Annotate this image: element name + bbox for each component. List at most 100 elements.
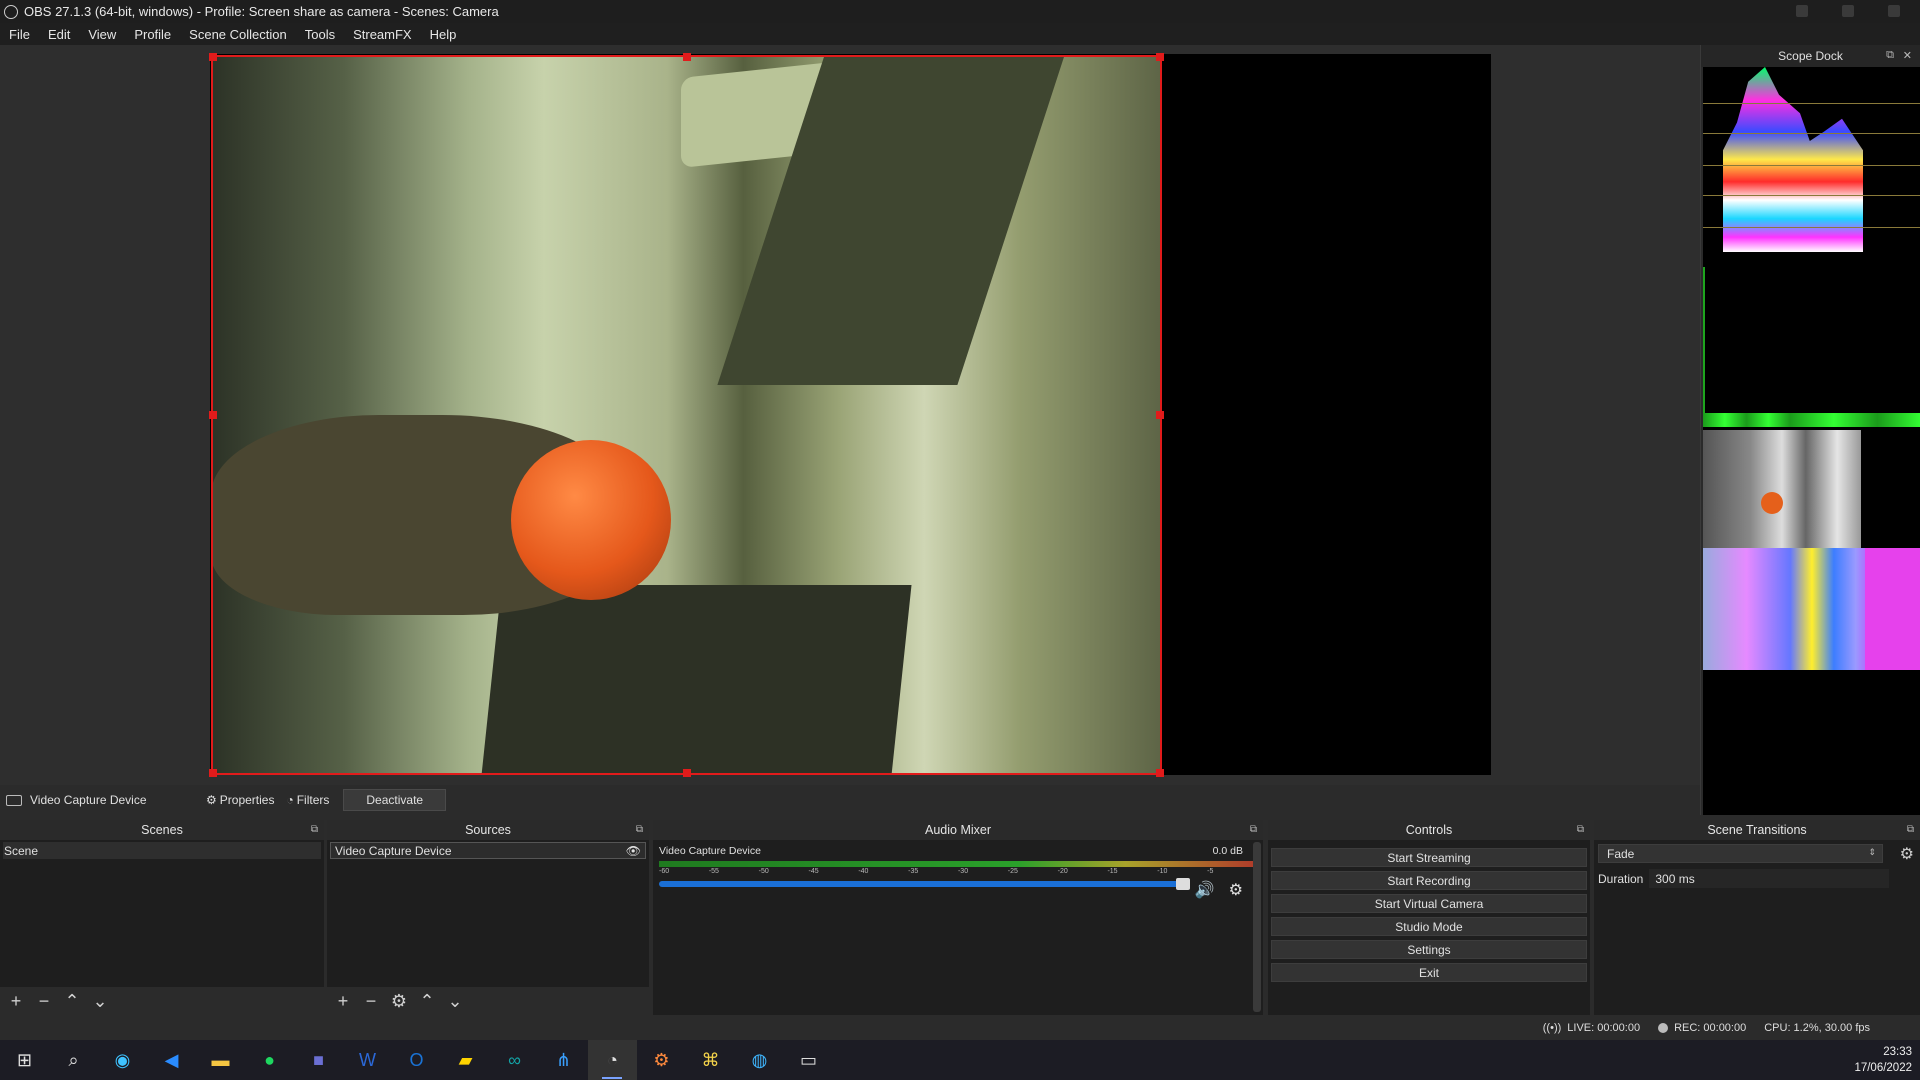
chevron-updown-icon: ⇕ [1868,847,1876,857]
python-icon[interactable]: ⌘ [686,1040,735,1080]
audio-mixer-dock: Audio Mixer ⧉ Video Capture Device 0.0 dB… [653,820,1263,1015]
meter-tick-label: -35 [908,868,919,875]
cpu-status: CPU: 1.2%, 30.00 fps [1764,1022,1870,1034]
remove-icon[interactable]: − [361,992,381,1010]
waveform-scope [1703,67,1920,257]
remove-icon[interactable]: − [34,992,54,1010]
word-icon[interactable]: W [343,1040,392,1080]
meter-tick-label: -40 [858,868,869,875]
undock-icon[interactable]: ⧉ [1577,824,1584,835]
minimize-button[interactable] [1796,5,1808,17]
resize-handle[interactable] [1156,769,1164,777]
spotify-icon[interactable]: ● [245,1040,294,1080]
maximize-button[interactable] [1842,5,1854,17]
volume-slider[interactable] [659,878,1191,890]
false-color-preview [1703,548,1920,670]
meter-tick-label: -20 [1057,868,1068,875]
menu-file[interactable]: File [0,27,39,42]
menu-edit[interactable]: Edit [39,27,79,42]
duration-field[interactable]: 300 ms [1649,869,1890,888]
search-icon[interactable]: ⌕ [49,1040,98,1080]
teams-icon[interactable]: ■ [294,1040,343,1080]
resize-handle[interactable] [1156,411,1164,419]
resize-handle[interactable] [209,53,217,61]
source-item[interactable]: Video Capture Device 👁 [330,842,646,859]
scope-dock-header: Scope Dock ⧉ ✕ [1701,45,1920,67]
undock-icon[interactable]: ⧉ [636,824,643,835]
obs-icon[interactable]: ◔ [588,1040,637,1080]
network-app-icon[interactable]: ⋔ [539,1040,588,1080]
terminal-app-icon[interactable]: ▭ [784,1040,833,1080]
resize-handle[interactable] [682,53,691,61]
vscode-icon[interactable]: ◀ [147,1040,196,1080]
system-clock[interactable]: 23:33 17/06/2022 [1854,1044,1912,1076]
move-down-icon[interactable]: ⌄ [90,992,110,1010]
edge-icon[interactable]: ◉ [98,1040,147,1080]
gear-icon[interactable]: ⚙ [1900,844,1914,864]
mixer-scrollbar[interactable] [1253,842,1261,1012]
menu-profile[interactable]: Profile [125,27,180,42]
gear-icon[interactable]: ⚙ [1229,880,1243,900]
scene-item[interactable]: Scene [3,842,321,859]
menu-view[interactable]: View [79,27,125,42]
transitions-title: Scene Transitions [1707,823,1807,837]
selected-source: Video Capture Device [0,793,200,807]
exit-button[interactable]: Exit [1271,963,1587,982]
arduino-icon[interactable]: ∞ [490,1040,539,1080]
windows-start-icon[interactable]: ⊞ [0,1040,49,1080]
close-button[interactable] [1888,5,1900,17]
source-selection-box[interactable] [209,53,1164,777]
close-icon[interactable]: ✕ [1903,49,1912,62]
filters-button[interactable]: ◔ Filters [280,789,335,811]
volume-slider-knob[interactable] [1176,878,1191,890]
globe-app-icon[interactable]: ◍ [735,1040,784,1080]
deactivate-button[interactable]: Deactivate [343,789,447,811]
studio-mode-button[interactable]: Studio Mode [1271,917,1587,936]
move-up-icon[interactable]: ⌃ [417,992,437,1010]
move-down-icon[interactable]: ⌄ [445,992,465,1010]
speaker-icon[interactable]: 🔊 [1195,880,1215,900]
source-item-label: Video Capture Device [335,843,452,858]
resize-handle[interactable] [209,411,217,419]
undock-icon[interactable]: ⧉ [1886,49,1894,62]
move-up-icon[interactable]: ⌃ [62,992,82,1010]
menu-scene-collection[interactable]: Scene Collection [180,27,296,42]
resize-handle[interactable] [1156,53,1164,61]
scenes-dock: Scenes ⧉ Scene + − ⌃ ⌄ [0,820,324,1015]
scope-display [1703,67,1920,815]
start-recording-button[interactable]: Start Recording [1271,871,1587,890]
settings-button[interactable]: Settings [1271,940,1587,959]
histogram-bars [1703,413,1920,427]
properties-button[interactable]: ⚙ Properties [200,789,280,811]
settings-app-icon[interactable]: ⚙ [637,1040,686,1080]
meter-tick-label: -10 [1157,868,1168,875]
menu-bar: File Edit View Profile Scene Collection … [0,23,1920,45]
start-streaming-button[interactable]: Start Streaming [1271,848,1587,867]
undock-icon[interactable]: ⧉ [311,824,318,835]
source-toolbar: Video Capture Device ⚙ Properties ◔ Filter… [0,785,1700,815]
resize-handle[interactable] [682,769,691,777]
gear-icon[interactable]: ⚙ [389,992,409,1010]
meter-tick-label: -5 [1207,868,1214,875]
file-explorer-icon[interactable]: ▬ [196,1040,245,1080]
menu-streamfx[interactable]: StreamFX [344,27,421,42]
scope-gridline [1703,133,1920,134]
undock-icon[interactable]: ⧉ [1250,824,1257,835]
transition-select[interactable]: Fade ⇕ [1598,844,1883,863]
selected-source-name: Video Capture Device [30,793,147,807]
zebra-orange-spot [1761,492,1783,514]
add-icon[interactable]: + [333,992,353,1010]
menu-tools[interactable]: Tools [296,27,344,42]
resize-handle[interactable] [209,769,217,777]
properties-label: Properties [219,793,275,807]
outlook-icon[interactable]: O [392,1040,441,1080]
folder-app-icon[interactable]: ▰ [441,1040,490,1080]
menu-help[interactable]: Help [421,27,466,42]
scope-gridline [1703,165,1920,166]
transition-selected: Fade [1607,846,1635,861]
visibility-eye-icon[interactable]: 👁 [626,844,641,858]
clock-date: 17/06/2022 [1854,1062,1912,1074]
start-virtual-camera-button[interactable]: Start Virtual Camera [1271,894,1587,913]
add-icon[interactable]: + [6,992,26,1010]
undock-icon[interactable]: ⧉ [1907,824,1914,835]
